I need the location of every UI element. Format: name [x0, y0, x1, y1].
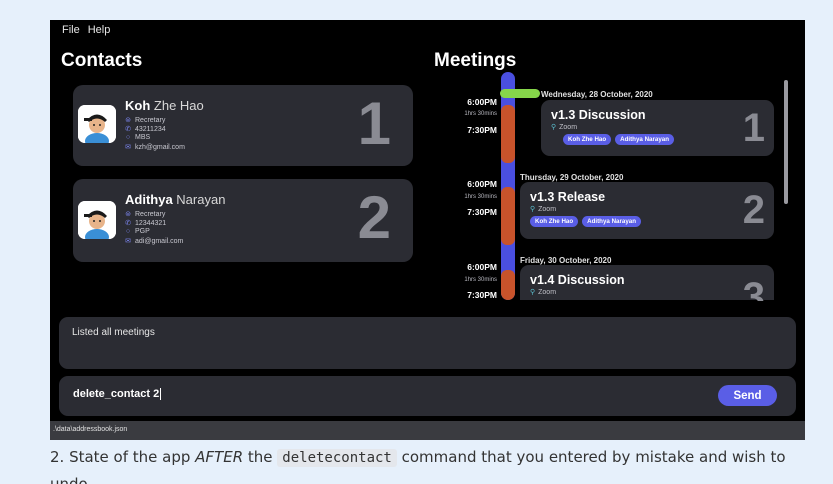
participant-tag: Adithya Narayan — [582, 216, 641, 227]
meeting-day: Thursday, 29 October, 2020 — [520, 173, 624, 182]
meeting-day: Friday, 30 October, 2020 — [520, 256, 612, 265]
status-path: .\data\addressbook.json — [53, 426, 128, 433]
location-pin-icon: ⚲ — [530, 206, 536, 213]
participant-tag: Koh Zhe Hao — [530, 216, 579, 227]
contact-card[interactable]: Adithya Narayan ⊜ Recretary ✆ 12344321 ○ PG… — [73, 179, 413, 262]
command-code: deletecontact — [277, 449, 397, 467]
meeting-day: Wednesday, 28 October, 2020 — [541, 90, 653, 99]
meeting-start: 6:00PM — [467, 262, 497, 272]
contact-index: 2 — [357, 184, 391, 251]
meeting-index: 2 — [742, 188, 765, 232]
menu-bar: File Help — [50, 20, 110, 40]
contact-card[interactable]: Koh Zhe Hao ⊜ Recretary ✆ 43211234 ○ MBS ✉ k… — [73, 85, 413, 166]
result-text: Listed all meetings — [72, 327, 155, 338]
meeting-start: 6:00PM — [467, 97, 497, 107]
meeting-duration: 1hrs 30mins — [464, 111, 497, 117]
command-input[interactable]: delete_contact 2 — [73, 388, 673, 401]
contact-role: ⊜ Recretary — [125, 116, 166, 125]
meeting-index: 3 — [742, 275, 765, 319]
contact-org: ○ MBS — [125, 134, 151, 141]
meeting-title: v1.3 Release — [530, 190, 606, 204]
meeting-end: 7:30PM — [467, 290, 497, 300]
app-window: File Help Contacts Meetings Koh Zhe Hao … — [50, 20, 805, 440]
meeting-location: ⚲ Zoom — [530, 288, 557, 297]
meeting-duration: 1hrs 30mins — [464, 277, 497, 283]
phone-icon: ✆ — [125, 220, 131, 227]
meeting-end: 7:30PM — [467, 125, 497, 135]
text-caret — [160, 388, 162, 401]
timeline-segment — [501, 270, 515, 300]
timeline-segment — [501, 105, 515, 163]
meeting-end: 7:30PM — [467, 207, 497, 217]
status-bar: .\data\addressbook.json — [50, 421, 805, 440]
meetings-scrollbar[interactable] — [784, 80, 788, 204]
send-button[interactable]: Send — [718, 385, 777, 406]
contact-email: ✉ adi@gmail.com — [125, 237, 184, 246]
avatar — [78, 201, 116, 239]
mail-icon: ✉ — [125, 144, 131, 151]
meeting-start: 6:00PM — [467, 179, 497, 189]
contact-name: Adithya Narayan — [125, 192, 226, 207]
contact-name: Koh Zhe Hao — [125, 98, 204, 113]
command-box: delete_contact 2 Send — [59, 376, 796, 416]
meeting-title: v1.4 Discussion — [530, 273, 625, 287]
mail-icon: ✉ — [125, 238, 131, 245]
avatar — [78, 105, 116, 143]
meeting-card[interactable]: v1.3 Discussion ⚲ Zoom Koh Zhe Hao Adithy… — [541, 100, 774, 156]
contacts-title: Contacts — [61, 50, 143, 71]
meeting-index: 1 — [742, 106, 765, 150]
meeting-title: v1.3 Discussion — [551, 108, 646, 122]
contact-org: ○ PGP — [125, 228, 150, 235]
contact-email: ✉ kzh@gmail.com — [125, 143, 185, 152]
meeting-location: ⚲ Zoom — [530, 205, 557, 214]
participant-tag: Adithya Narayan — [615, 134, 674, 145]
meeting-participants: Koh Zhe Hao Adithya Narayan — [530, 216, 641, 227]
caption: 2. State of the app AFTER the deletecont… — [50, 448, 786, 484]
today-marker — [500, 89, 540, 98]
meeting-card[interactable]: v1.4 Discussion ⚲ Zoom 3 — [520, 265, 774, 319]
location-icon: ○ — [125, 134, 131, 141]
contact-phone: ✆ 43211234 — [125, 125, 166, 134]
meeting-participants: Koh Zhe Hao Adithya Narayan — [563, 134, 674, 145]
contact-phone: ✆ 12344321 — [125, 219, 167, 228]
meeting-card[interactable]: v1.3 Release ⚲ Zoom Koh Zhe Hao Adithya N… — [520, 182, 774, 239]
timeline-segment — [501, 187, 515, 245]
meeting-location: ⚲ Zoom — [551, 123, 578, 132]
menu-file[interactable]: File — [62, 24, 80, 36]
list-clip — [417, 301, 787, 313]
briefcase-icon: ⊜ — [125, 211, 131, 218]
location-pin-icon: ⚲ — [551, 124, 557, 131]
phone-icon: ✆ — [125, 126, 131, 133]
location-icon: ○ — [125, 228, 131, 235]
participant-tag: Koh Zhe Hao — [563, 134, 612, 145]
menu-help[interactable]: Help — [88, 24, 111, 36]
timeline-track — [501, 72, 515, 300]
meeting-duration: 1hrs 30mins — [464, 194, 497, 200]
meetings-title: Meetings — [434, 50, 517, 71]
location-pin-icon: ⚲ — [530, 289, 536, 296]
contact-index: 1 — [357, 90, 391, 157]
briefcase-icon: ⊜ — [125, 117, 131, 124]
contact-role: ⊜ Recretary — [125, 210, 166, 219]
result-display: Listed all meetings — [59, 317, 796, 369]
